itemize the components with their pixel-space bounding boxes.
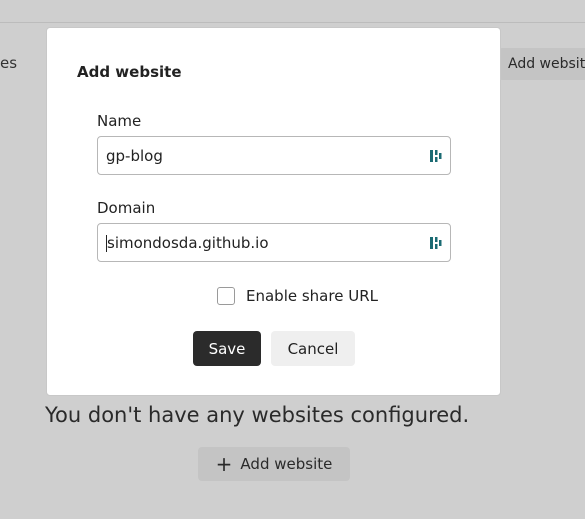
password-manager-icon[interactable] xyxy=(430,236,442,250)
share-url-row: Enable share URL xyxy=(217,287,378,305)
background-tab-fragment: es xyxy=(0,54,18,72)
page: es Add website You don't have any websit… xyxy=(0,0,585,519)
empty-state-message: You don't have any websites configured. xyxy=(45,403,470,427)
domain-value: simondosda.github.io xyxy=(107,233,269,252)
enable-share-url-label[interactable]: Enable share URL xyxy=(246,287,378,305)
add-website-modal: Add website Name gp-blog Domain simondos… xyxy=(46,27,501,396)
top-bar xyxy=(0,0,585,23)
plus-icon: + xyxy=(215,452,233,476)
save-button[interactable]: Save xyxy=(193,331,261,366)
name-label: Name xyxy=(97,112,142,130)
modal-title: Add website xyxy=(77,63,182,81)
name-field[interactable]: gp-blog xyxy=(97,136,451,175)
password-manager-icon[interactable] xyxy=(430,149,442,163)
domain-field[interactable]: simondosda.github.io xyxy=(97,223,451,262)
name-value: gp-blog xyxy=(106,146,163,165)
add-website-label: Add website xyxy=(240,455,333,473)
cancel-button[interactable]: Cancel xyxy=(271,331,355,366)
background-add-website-button: + Add website xyxy=(198,447,350,481)
domain-value-wrapper: simondosda.github.io xyxy=(106,234,426,252)
enable-share-url-checkbox[interactable] xyxy=(217,287,235,305)
domain-label: Domain xyxy=(97,199,156,217)
background-add-website-button-top: Add website xyxy=(498,48,585,80)
